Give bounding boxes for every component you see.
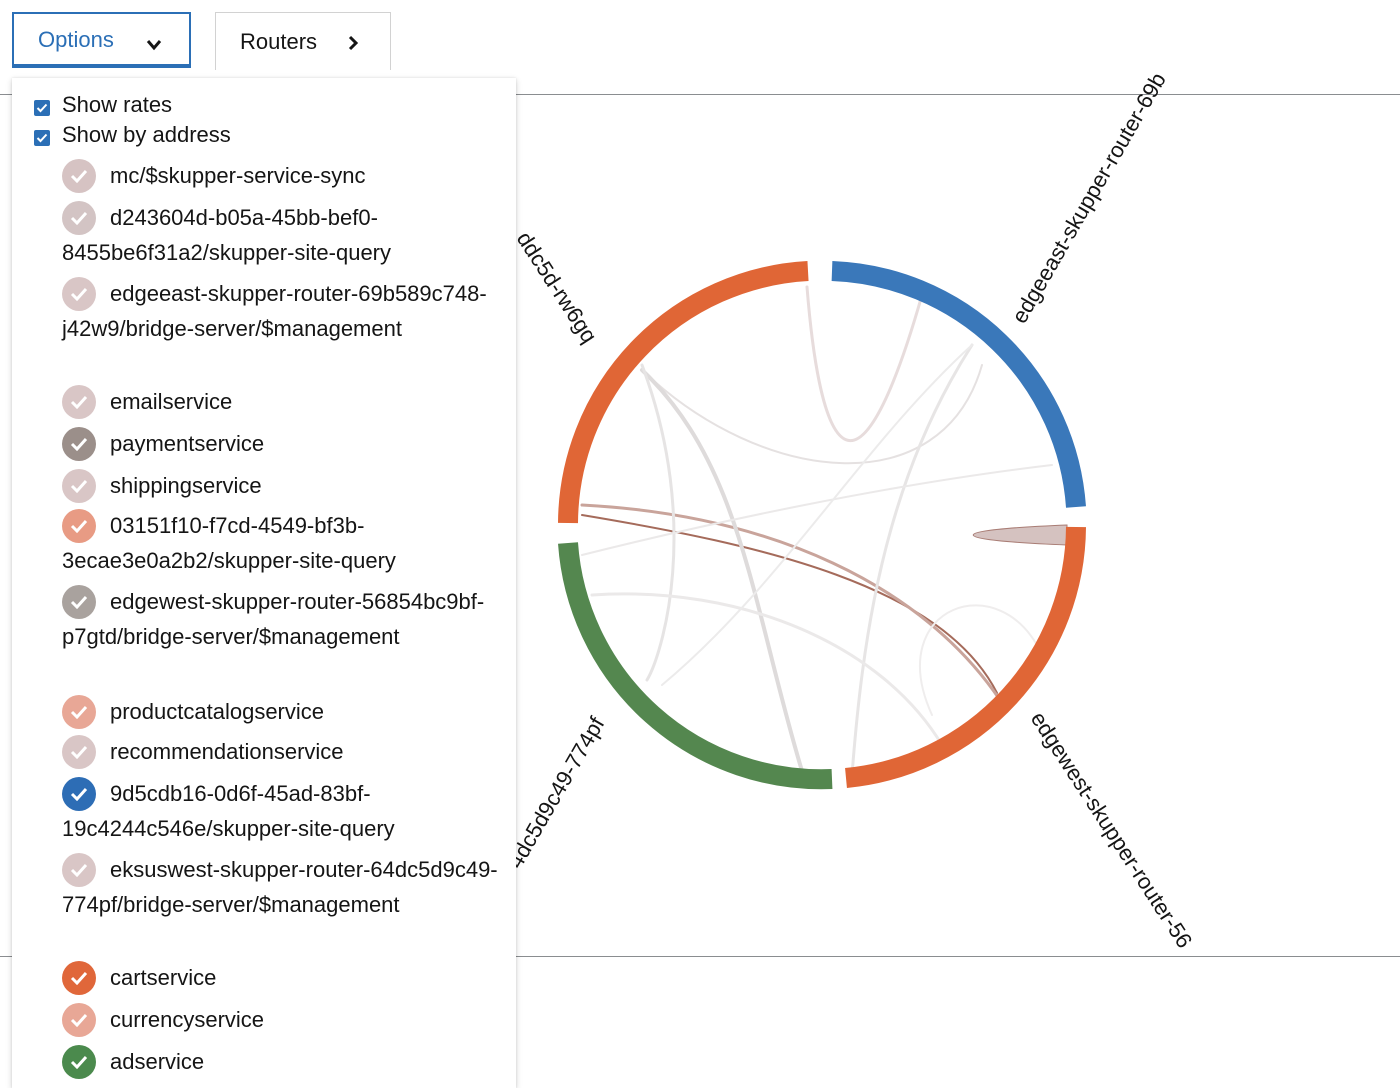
chord-ribbon [805,285,924,442]
address-color-check-icon[interactable] [62,469,96,503]
address-label: edgeeast-skupper-router-69b589c748-j42w9… [62,281,487,341]
address-item[interactable]: recommendationservice [62,734,502,769]
address-label: mc/$skupper-service-sync [110,163,366,188]
address-label: d243604d-b05a-45bb-bef0-8455be6f31a2/sku… [62,205,392,265]
chord-ribbon [661,344,973,686]
router-label-eksuswest: 4dc5d9c49-774pf [503,712,610,873]
chord-ribbon [581,514,998,694]
address-color-check-icon[interactable] [62,777,96,811]
address-item[interactable]: productcatalogservice [62,694,502,729]
chord-ribbon-heavy [973,524,1068,546]
address-color-check-icon[interactable] [62,585,96,619]
address-item[interactable]: emailservice [62,384,502,419]
checkbox-checked-icon[interactable] [34,100,50,116]
address-item[interactable]: adservice [62,1044,502,1079]
address-label: recommendationservice [110,739,344,764]
routers-tab[interactable]: Routers [215,12,391,70]
routers-label: Routers [240,28,318,54]
options-panel: Show rates Show by address mc/$skupper-s… [12,78,516,1088]
options-label: Options [38,27,114,52]
address-color-check-icon[interactable] [62,1003,96,1037]
router-label-edgeeast: edgeeast-skupper-router-69b [1007,68,1171,327]
address-item[interactable]: mc/$skupper-service-sync [62,158,502,193]
address-label: edgewest-skupper-router-56854bc9bf-p7gtd… [62,589,485,649]
address-item[interactable]: paymentservice [62,426,502,461]
address-item[interactable]: 9d5cdb16-0d6f-45ad-83bf-19c4244c546e/sku… [62,776,502,846]
address-label: 9d5cdb16-0d6f-45ad-83bf-19c4244c546e/sku… [62,781,395,841]
address-color-check-icon[interactable] [62,509,96,543]
show-by-address-checkbox[interactable]: Show by address [34,122,231,148]
chord-ribbon [641,364,983,465]
address-color-check-icon[interactable] [62,277,96,311]
chord-ribbon [850,343,974,777]
chevron-down-icon [145,32,163,58]
address-item[interactable]: d243604d-b05a-45bb-bef0-8455be6f31a2/sku… [62,200,502,270]
checkbox-checked-icon[interactable] [34,130,50,146]
address-label: shippingservice [110,473,262,498]
address-item[interactable]: edgeeast-skupper-router-69b589c748-j42w9… [62,276,502,346]
address-item[interactable]: currencyservice [62,1002,502,1037]
address-color-check-icon[interactable] [62,1045,96,1079]
options-dropdown-button[interactable]: Options [12,12,191,68]
address-item[interactable]: edgewest-skupper-router-56854bc9bf-p7gtd… [62,584,502,654]
address-item[interactable]: eksuswest-skupper-router-64dc5d9c49-774p… [62,852,502,922]
address-color-check-icon[interactable] [62,961,96,995]
address-item[interactable]: 03151f10-f7cd-4549-bf3b-3ecae3e0a2b2/sku… [62,508,502,578]
address-color-check-icon[interactable] [62,735,96,769]
router-arc-other [558,261,809,524]
address-label: adservice [110,1049,205,1074]
address-label: currencyservice [110,1007,265,1032]
address-color-check-icon[interactable] [62,695,96,729]
address-color-check-icon[interactable] [62,853,96,887]
address-item[interactable]: shippingservice [62,468,502,503]
chord-ribbon [640,363,676,682]
show-by-address-label: Show by address [62,122,231,147]
address-label: paymentservice [110,431,265,456]
address-label: 03151f10-f7cd-4549-bf3b-3ecae3e0a2b2/sku… [62,513,396,573]
chord-ribbon [590,592,944,747]
address-color-check-icon[interactable] [62,427,96,461]
chevron-right-icon [346,32,360,58]
address-color-check-icon[interactable] [62,385,96,419]
chord-ribbon [919,604,1043,716]
show-rates-checkbox[interactable]: Show rates [34,92,172,118]
router-label-other: ddc5d-rw6gq [512,227,602,347]
address-label: cartservice [110,965,217,990]
address-color-check-icon[interactable] [62,159,96,193]
chord-ribbon [580,503,1002,702]
router-label-edgewest: edgewest-skupper-router-56 [1026,707,1197,952]
address-label: productcatalogservice [110,699,325,724]
address-label: eksuswest-skupper-router-64dc5d9c49-774p… [62,857,498,917]
address-item[interactable]: cartservice [62,960,502,995]
address-label: emailservice [110,389,233,414]
chord-ribbon [581,464,1053,556]
address-color-check-icon[interactable] [62,201,96,235]
show-rates-label: Show rates [62,92,173,117]
chord-ribbon [640,368,804,773]
